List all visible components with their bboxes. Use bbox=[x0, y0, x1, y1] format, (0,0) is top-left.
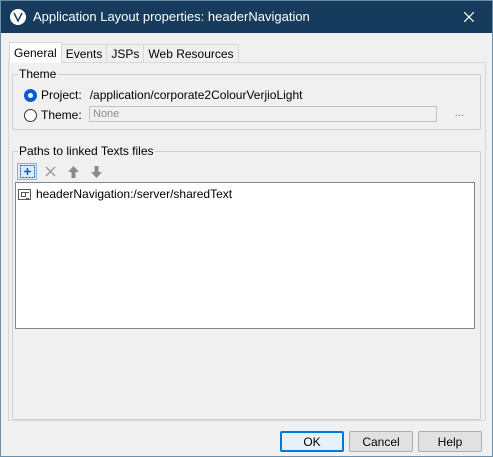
theme-radio[interactable] bbox=[24, 108, 37, 122]
move-down-button[interactable] bbox=[86, 163, 106, 180]
general-tab-panel: Theme Project: /application/corporate2Co… bbox=[8, 62, 486, 421]
project-value: /application/corporate2ColourVerjioLight bbox=[89, 88, 303, 102]
tab-web-resources[interactable]: Web Resources bbox=[143, 44, 239, 63]
tab-general[interactable]: General bbox=[9, 42, 62, 63]
title-bar: Application Layout properties: headerNav… bbox=[1, 1, 492, 33]
move-up-button[interactable] bbox=[63, 163, 83, 180]
tab-bar: General Events JSPs Web Resources bbox=[9, 42, 239, 63]
theme-group: Theme Project: /application/corporate2Co… bbox=[12, 67, 481, 130]
move-up-icon bbox=[67, 165, 79, 178]
text-resource-icon bbox=[18, 188, 31, 200]
cancel-button[interactable]: Cancel bbox=[349, 431, 413, 452]
app-logo-icon bbox=[9, 8, 27, 26]
list-item-label: headerNavigation:/server/sharedText bbox=[36, 187, 233, 201]
close-icon bbox=[464, 12, 474, 22]
tab-events[interactable]: Events bbox=[60, 44, 108, 63]
tab-jsps[interactable]: JSPs bbox=[106, 44, 145, 63]
ok-button[interactable]: OK bbox=[280, 431, 344, 452]
project-label: Project: bbox=[41, 88, 82, 102]
paths-toolbar bbox=[17, 163, 109, 180]
linked-texts-list[interactable]: headerNavigation:/server/sharedText bbox=[15, 182, 475, 329]
close-button[interactable] bbox=[446, 1, 492, 33]
add-icon bbox=[19, 165, 35, 178]
theme-label: Theme: bbox=[41, 108, 82, 122]
theme-browse-button[interactable]: ... bbox=[451, 106, 468, 123]
paths-group: Paths to linked Texts files headerNaviga… bbox=[12, 144, 481, 420]
window-title: Application Layout properties: headerNav… bbox=[33, 9, 310, 24]
help-button[interactable]: Help bbox=[418, 431, 482, 452]
project-option[interactable]: Project: /application/corporate2ColourVe… bbox=[24, 87, 303, 103]
delete-path-button[interactable] bbox=[40, 163, 60, 180]
add-path-button[interactable] bbox=[17, 163, 37, 180]
properties-dialog: Application Layout properties: headerNav… bbox=[0, 0, 493, 457]
project-radio[interactable] bbox=[24, 88, 37, 102]
paths-group-title: Paths to linked Texts files bbox=[18, 144, 155, 158]
delete-icon bbox=[45, 166, 55, 177]
theme-option[interactable]: Theme: bbox=[24, 107, 82, 123]
theme-group-title: Theme bbox=[18, 67, 58, 81]
theme-field[interactable]: None bbox=[89, 106, 437, 122]
list-item[interactable]: headerNavigation:/server/sharedText bbox=[18, 186, 232, 202]
move-down-icon bbox=[90, 165, 102, 178]
